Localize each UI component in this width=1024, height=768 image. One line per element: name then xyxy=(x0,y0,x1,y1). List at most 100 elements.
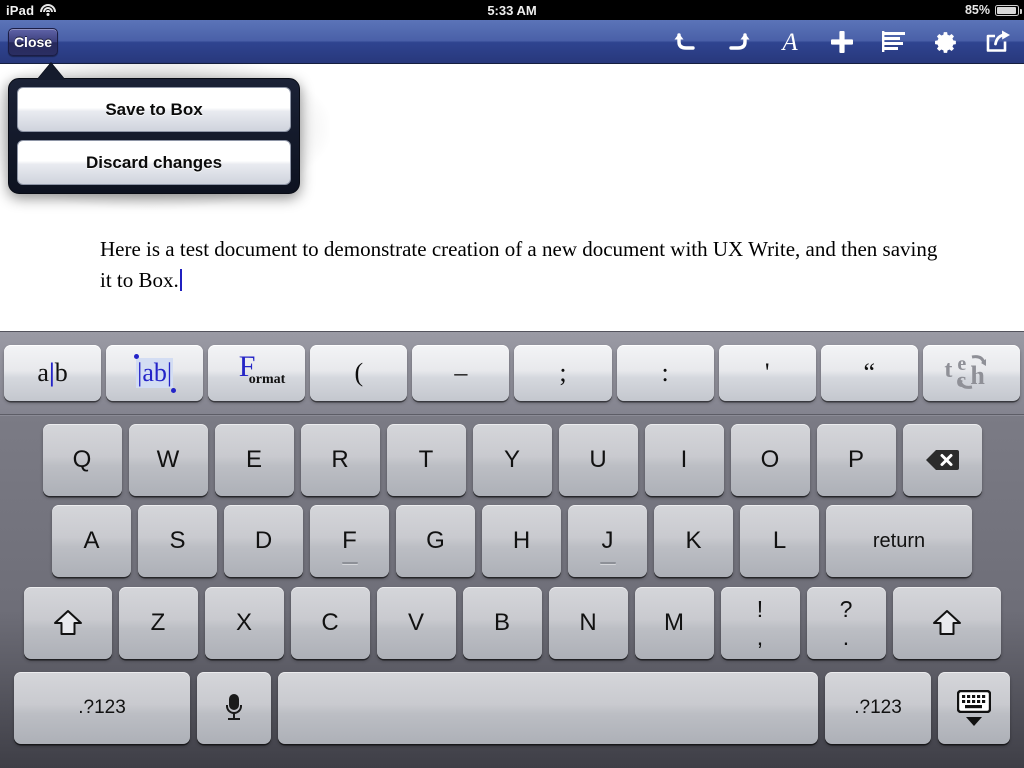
return-key[interactable]: return xyxy=(826,505,972,577)
selection-key[interactable]: |ab| xyxy=(106,345,204,401)
key-Z[interactable]: Z xyxy=(118,587,198,659)
chevron-down-icon xyxy=(966,717,982,726)
exclam-comma-glyph: ! , xyxy=(756,595,764,650)
quote-key[interactable]: “ xyxy=(820,345,918,401)
key-V[interactable]: V xyxy=(376,587,456,659)
shift-right-key[interactable] xyxy=(892,587,1001,659)
status-bar-right: 85% xyxy=(964,0,1022,20)
delete-key[interactable] xyxy=(902,424,982,496)
key-R[interactable]: R xyxy=(300,424,380,496)
key-T[interactable]: T xyxy=(386,424,466,496)
numeric-switch-left-key[interactable]: .?123 xyxy=(14,672,190,744)
key-Q[interactable]: Q xyxy=(42,424,122,496)
hide-keyboard-icon xyxy=(957,690,991,726)
key-U[interactable]: U xyxy=(558,424,638,496)
key-W[interactable]: W xyxy=(128,424,208,496)
redo-icon[interactable] xyxy=(712,20,764,64)
key-C[interactable]: C xyxy=(290,587,370,659)
shift-icon xyxy=(932,609,962,637)
toolbar-icon-group: A xyxy=(660,20,1024,64)
dash-key-label: – xyxy=(454,358,468,387)
key-J[interactable]: J xyxy=(568,505,647,577)
selection-key-glyph: |ab| xyxy=(134,354,177,393)
delete-icon xyxy=(925,448,959,472)
colon-key[interactable]: : xyxy=(616,345,714,401)
exclam-label: ! xyxy=(756,595,764,622)
keyboard-row-home: A S D F G H J K L return xyxy=(3,500,1021,582)
key-N[interactable]: N xyxy=(548,587,628,659)
key-X[interactable]: X xyxy=(204,587,284,659)
key-A[interactable]: A xyxy=(52,505,131,577)
colon-key-label: : xyxy=(661,358,669,387)
popover-arrow xyxy=(37,63,65,80)
numeric-switch-right-key[interactable]: .?123 xyxy=(825,672,931,744)
undo-icon[interactable] xyxy=(660,20,712,64)
key-G[interactable]: G xyxy=(396,505,475,577)
key-F-label: F xyxy=(342,527,357,554)
keyboard-row-qwerty: Q W E R T Y U I O P xyxy=(3,416,1021,500)
key-O[interactable]: O xyxy=(730,424,810,496)
discard-changes-button[interactable]: Discard changes xyxy=(17,140,291,185)
ipad-screen: iPad 5:33 AM 85% Close A Here is a test … xyxy=(0,0,1024,768)
microphone-icon xyxy=(226,694,242,722)
textexpander-logo-icon: tech xyxy=(944,353,987,392)
text-style-icon[interactable]: A xyxy=(764,20,816,64)
format-key[interactable]: F ormat xyxy=(208,345,306,401)
apostrophe-key[interactable]: ' xyxy=(718,345,816,401)
cursor-key-glyph: a|b xyxy=(37,358,68,387)
cursor-key[interactable]: a|b xyxy=(4,345,102,401)
apostrophe-key-label: ' xyxy=(764,358,770,387)
home-row-bump xyxy=(341,562,358,564)
question-period-glyph: ? . xyxy=(839,595,853,650)
home-row-bump xyxy=(599,562,616,564)
close-action-popover: Save to Box Discard changes xyxy=(8,63,300,194)
shift-left-key[interactable] xyxy=(23,587,112,659)
settings-gear-icon[interactable] xyxy=(920,20,972,64)
battery-icon xyxy=(995,4,1022,16)
question-period-key[interactable]: ? . xyxy=(806,587,886,659)
exclam-comma-key[interactable]: ! , xyxy=(720,587,800,659)
dictation-mic-key[interactable] xyxy=(197,672,271,744)
paren-key[interactable]: ( xyxy=(310,345,408,401)
hide-keyboard-key[interactable] xyxy=(938,672,1010,744)
insert-plus-icon[interactable] xyxy=(816,20,868,64)
outline-icon[interactable] xyxy=(868,20,920,64)
save-to-box-button[interactable]: Save to Box xyxy=(17,87,291,132)
paren-key-label: ( xyxy=(354,358,364,387)
question-label: ? xyxy=(839,595,853,622)
key-F[interactable]: F xyxy=(310,505,389,577)
status-bar: iPad 5:33 AM 85% xyxy=(0,0,1024,20)
key-S[interactable]: S xyxy=(138,505,217,577)
keyboard-accessory-row: a|b |ab| F ormat ( – ; : ' “ t e c h xyxy=(0,332,1024,415)
textexpander-key[interactable]: tech xyxy=(922,345,1020,401)
share-icon[interactable] xyxy=(972,20,1024,64)
key-L[interactable]: L xyxy=(740,505,819,577)
key-B[interactable]: B xyxy=(462,587,542,659)
shift-icon xyxy=(53,609,83,637)
period-label: . xyxy=(842,623,850,650)
key-I[interactable]: I xyxy=(644,424,724,496)
key-P[interactable]: P xyxy=(816,424,896,496)
battery-percent-label: 85% xyxy=(964,3,990,17)
key-H[interactable]: H xyxy=(482,505,561,577)
keyboard-main-rows: Q W E R T Y U I O P A S D F G H J K L re… xyxy=(0,416,1024,768)
space-key[interactable] xyxy=(278,672,818,744)
document-paragraph-text: Here is a test document to demonstrate c… xyxy=(100,237,938,292)
key-K[interactable]: K xyxy=(654,505,733,577)
document-paragraph[interactable]: Here is a test document to demonstrate c… xyxy=(100,234,940,296)
semicolon-key[interactable]: ; xyxy=(514,345,612,401)
format-key-rest: ormat xyxy=(248,372,286,387)
comma-label: , xyxy=(756,623,764,650)
app-toolbar: Close A xyxy=(0,20,1024,64)
dash-key[interactable]: – xyxy=(412,345,510,401)
key-D[interactable]: D xyxy=(224,505,303,577)
key-Y[interactable]: Y xyxy=(472,424,552,496)
semicolon-key-label: ; xyxy=(559,358,567,387)
key-E[interactable]: E xyxy=(214,424,294,496)
format-key-glyph: F ormat xyxy=(227,352,287,394)
close-button[interactable]: Close xyxy=(8,28,58,56)
status-bar-clock: 5:33 AM xyxy=(487,2,537,18)
keyboard-row-bottom: .?123 .?123 xyxy=(3,664,1021,752)
key-M[interactable]: M xyxy=(634,587,714,659)
text-style-letter: A xyxy=(782,28,798,56)
